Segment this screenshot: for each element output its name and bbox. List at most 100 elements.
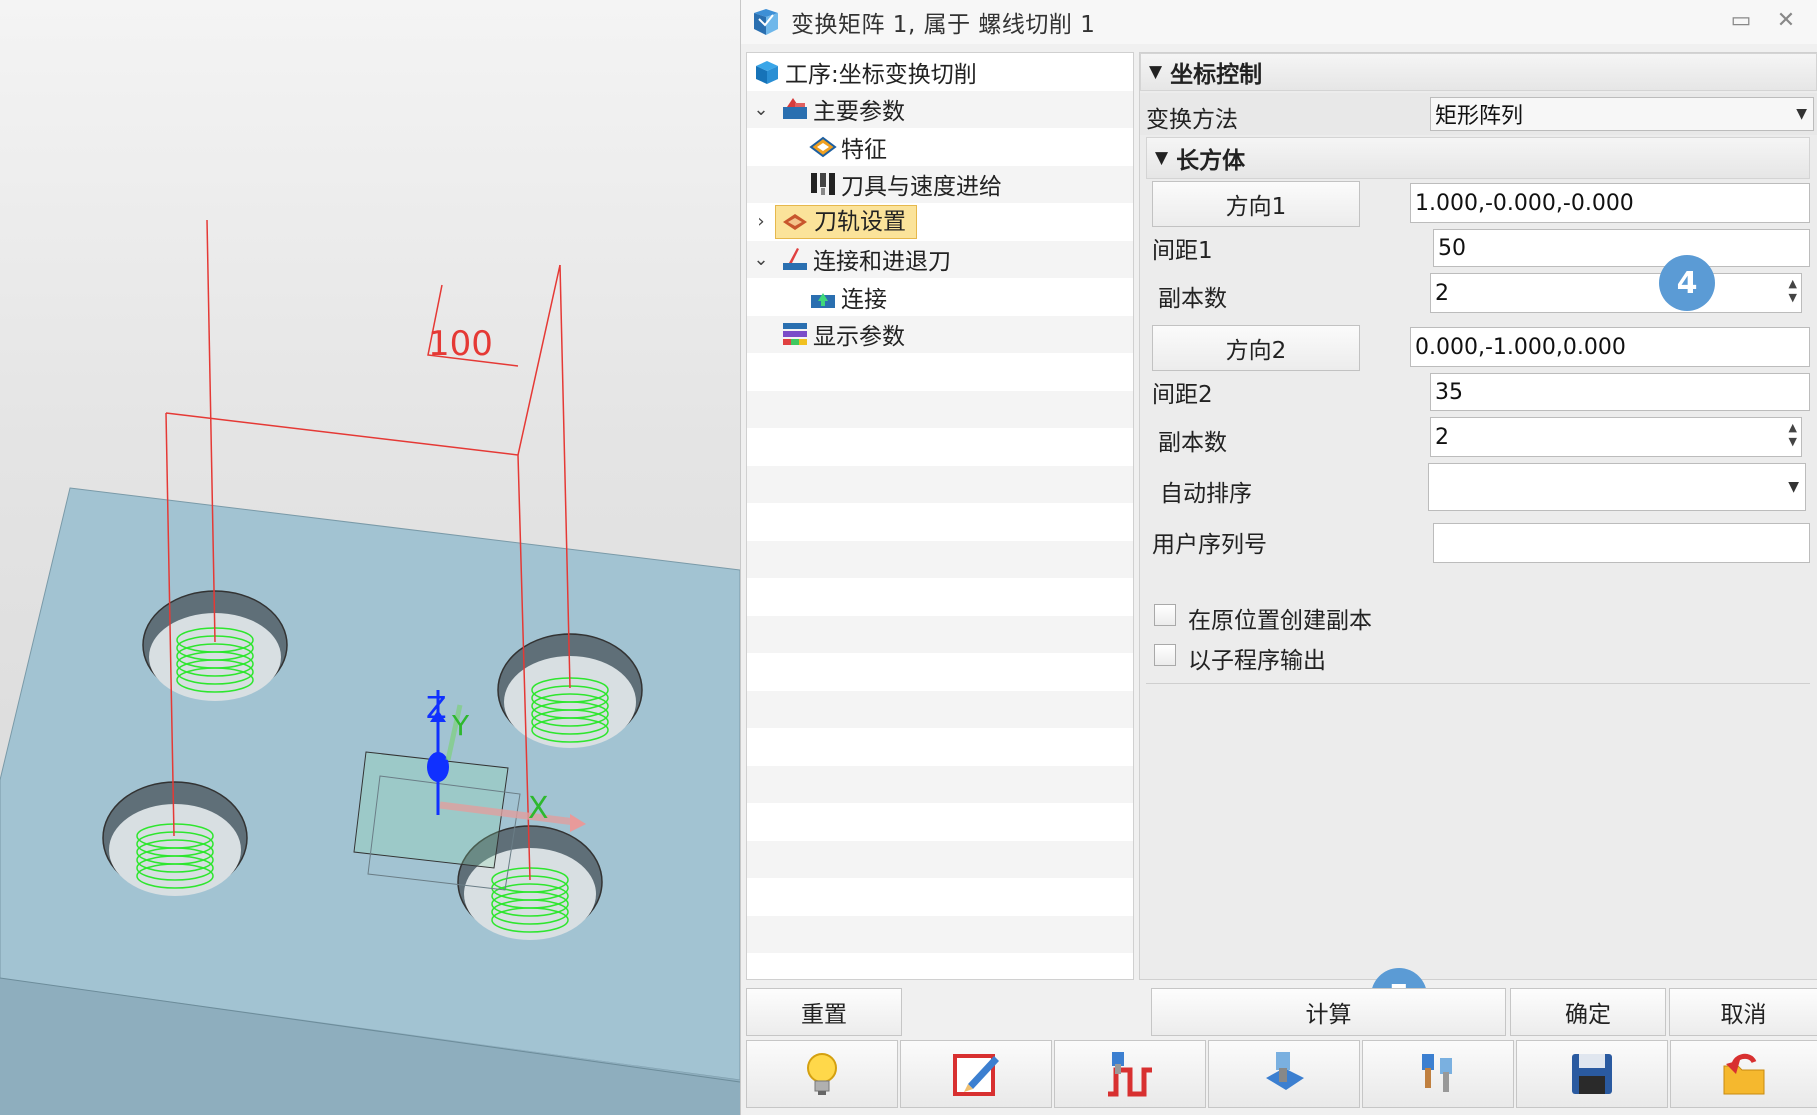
subprogram-label: 以子程序输出 xyxy=(1188,648,1326,674)
tree-label-link-retract: 连接和进退刀 xyxy=(813,249,951,276)
tree-item-feature[interactable]: 特征 xyxy=(747,128,1133,166)
tree-empty-row xyxy=(747,690,1133,728)
spin-arrows-icon[interactable]: ▲ ▼ xyxy=(1789,277,1797,305)
collapse-arrow-icon[interactable]: ▼ xyxy=(1149,62,1162,82)
undo-folder-icon xyxy=(1723,1053,1765,1095)
subprogram-checkbox[interactable] xyxy=(1154,644,1176,666)
create-in-place-label: 在原位置创建副本 xyxy=(1188,608,1372,634)
tree-empty-row xyxy=(747,615,1133,653)
display-params-icon xyxy=(783,323,807,346)
cad-scene: 100 Z Y X xyxy=(0,219,740,1115)
copies1-value: 2 xyxy=(1435,280,1449,306)
copies2-value: 2 xyxy=(1435,424,1449,450)
chevron-right-icon[interactable]: › xyxy=(751,211,771,232)
3d-viewport[interactable]: 100 Z Y X xyxy=(0,0,740,1115)
comment-icon[interactable]: ▭ xyxy=(1726,6,1756,36)
edit-button[interactable] xyxy=(900,1040,1052,1108)
section-box[interactable]: ▼ 长方体 xyxy=(1146,137,1810,179)
axis-z-label: Z xyxy=(426,691,447,726)
chevron-down-icon: ▼ xyxy=(1788,479,1799,495)
tree-empty-row xyxy=(747,503,1133,541)
tree-item-link[interactable]: 连接 xyxy=(747,278,1133,316)
tree-empty-row xyxy=(747,540,1133,578)
link-retract-icon xyxy=(783,248,807,271)
tree-empty-row xyxy=(747,765,1133,803)
tools-button[interactable] xyxy=(1362,1040,1514,1108)
edit-icon xyxy=(953,1054,999,1096)
tree-empty-row xyxy=(747,840,1133,878)
tree-item-tool-speed[interactable]: 刀具与速度进给 xyxy=(747,165,1133,203)
tree-empty-row xyxy=(747,390,1133,428)
transform-method-select[interactable]: 矩形阵列 ▼ xyxy=(1430,97,1814,131)
main-params-icon xyxy=(783,98,807,120)
save-button[interactable] xyxy=(1516,1040,1668,1108)
link-icon xyxy=(811,292,835,308)
create-in-place-checkbox[interactable] xyxy=(1154,604,1176,626)
cancel-button[interactable]: 取消 xyxy=(1669,988,1817,1036)
dialog-title: 变换矩阵 1, 属于 螺线切削 1 xyxy=(791,12,1096,38)
save-icon xyxy=(1572,1054,1612,1094)
copies2-stepper[interactable]: 2 ▲ ▼ xyxy=(1430,417,1802,457)
tool-3d-button[interactable] xyxy=(1208,1040,1360,1108)
operation-tree[interactable]: 工序:坐标变换切削 ⌄ 主要参数 特征 刀具与速度进给 › 刀轨设置 ⌄ 连接和… xyxy=(746,52,1134,980)
direction2-button[interactable]: 方向2 xyxy=(1152,325,1360,371)
tree-item-toolpath-settings[interactable]: › 刀轨设置 xyxy=(747,203,1133,241)
ok-button[interactable]: 确定 xyxy=(1510,988,1666,1036)
tree-item-display-params[interactable]: 显示参数 xyxy=(747,315,1133,353)
spacing1-field[interactable]: 50 xyxy=(1433,229,1810,267)
dimension-label: 100 xyxy=(428,324,493,364)
close-icon[interactable]: ✕ xyxy=(1771,6,1801,36)
user-seq-field[interactable] xyxy=(1433,523,1810,563)
dialog-titlebar[interactable]: 变换矩阵 1, 属于 螺线切削 1 ▭ ✕ xyxy=(741,0,1817,44)
reset-button[interactable]: 重置 xyxy=(746,988,902,1036)
tree-item-operation[interactable]: 工序:坐标变换切削 xyxy=(747,53,1133,91)
chevron-down-icon: ▼ xyxy=(1796,106,1807,122)
hole-top-right xyxy=(497,633,643,748)
hole-bottom-left xyxy=(102,781,248,896)
toolpath-settings-icon xyxy=(783,213,807,230)
collapse-arrow-icon[interactable]: ▼ xyxy=(1155,148,1168,168)
tools-icon xyxy=(1422,1054,1452,1092)
tree-empty-row xyxy=(747,728,1133,766)
undo-folder-button[interactable] xyxy=(1670,1040,1817,1108)
auto-sort-select[interactable]: ▼ xyxy=(1428,463,1806,511)
copies1-stepper[interactable]: 2 ▲ ▼ xyxy=(1430,273,1802,313)
tree-label-display-params: 显示参数 xyxy=(813,324,905,351)
transform-matrix-dialog: 变换矩阵 1, 属于 螺线切削 1 ▭ ✕ 工序:坐标变换切削 ⌄ 主要参数 特… xyxy=(740,0,1817,1115)
section-coord-control-label: 坐标控制 xyxy=(1170,62,1263,88)
tree-empty-row xyxy=(747,353,1133,391)
section-coord-control[interactable]: ▼ 坐标控制 xyxy=(1140,53,1817,91)
direction2-field[interactable]: 0.000,-1.000,0.000 xyxy=(1410,327,1810,367)
tree-empty-row xyxy=(747,915,1133,953)
spin-arrows-icon[interactable]: ▲ ▼ xyxy=(1789,421,1797,449)
spacing2-field[interactable]: 35 xyxy=(1430,373,1810,411)
calculate-button[interactable]: 计算 xyxy=(1151,988,1506,1036)
axis-x-label: X xyxy=(528,791,549,826)
direction1-value: 1.000,-0.000,-0.000 xyxy=(1415,190,1634,216)
tree-empty-row xyxy=(747,878,1133,916)
tree-item-link-retract[interactable]: ⌄ 连接和进退刀 xyxy=(747,240,1133,278)
spacing1-label: 间距1 xyxy=(1152,238,1213,264)
chevron-down-icon[interactable]: ⌄ xyxy=(751,99,771,120)
step-badge-4: 4 xyxy=(1659,255,1715,311)
section-box-label: 长方体 xyxy=(1176,148,1246,174)
operation-cube-icon xyxy=(756,60,778,84)
tree-label-main-params: 主要参数 xyxy=(813,99,905,126)
spacing2-value: 35 xyxy=(1435,379,1463,405)
direction1-field[interactable]: 1.000,-0.000,-0.000 xyxy=(1410,183,1810,223)
chevron-down-icon[interactable]: ⌄ xyxy=(751,249,771,270)
tree-label-feature: 特征 xyxy=(841,136,887,163)
tree-empty-row xyxy=(747,803,1133,841)
tree-item-main-params[interactable]: ⌄ 主要参数 xyxy=(747,90,1133,128)
tool-3d-icon xyxy=(1266,1052,1304,1090)
spacing1-value: 50 xyxy=(1438,235,1466,261)
toolpath-button[interactable] xyxy=(1054,1040,1206,1108)
transform-method-label: 变换方法 xyxy=(1146,107,1238,133)
user-seq-label: 用户序列号 xyxy=(1152,532,1267,558)
direction1-button[interactable]: 方向1 xyxy=(1152,181,1360,227)
lightbulb-button[interactable] xyxy=(746,1040,898,1108)
tree-label-tool-speed: 刀具与速度进给 xyxy=(841,174,1002,201)
copies1-label: 副本数 xyxy=(1158,286,1227,312)
tool-speed-icon xyxy=(811,173,835,196)
direction2-value: 0.000,-1.000,0.000 xyxy=(1415,334,1626,360)
